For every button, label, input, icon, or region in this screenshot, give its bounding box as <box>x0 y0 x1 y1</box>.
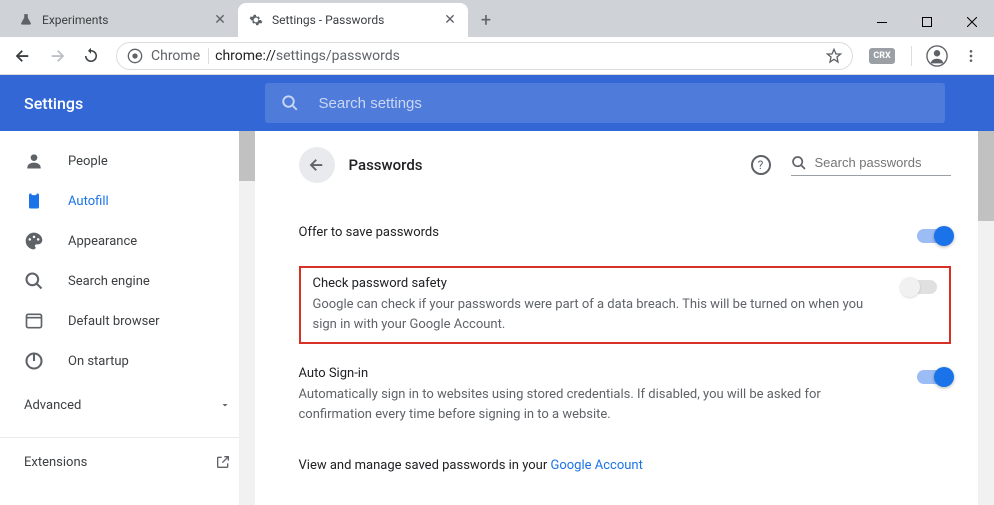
flask-icon <box>18 12 34 28</box>
page-title: Passwords <box>349 156 751 174</box>
tab-title: Settings - Passwords <box>272 13 442 27</box>
extensions-label: Extensions <box>24 455 87 470</box>
advanced-label: Advanced <box>24 398 81 413</box>
close-icon[interactable]: ✕ <box>442 12 458 28</box>
settings-heading: Settings <box>0 94 255 113</box>
external-link-icon <box>215 454 231 470</box>
settings-search-container <box>255 83 994 123</box>
setting-title: Offer to save passwords <box>299 225 893 240</box>
sidebar-item-appearance[interactable]: Appearance <box>0 221 255 261</box>
browser-toolbar: Chrome chrome://settings/passwords CRX <box>0 37 994 75</box>
help-button[interactable]: ? <box>751 155 771 175</box>
url-origin-label: Chrome <box>151 48 209 64</box>
sidebar-extensions[interactable]: Extensions <box>0 438 255 486</box>
tab-strip: Experiments ✕ Settings - Passwords ✕ + <box>0 3 859 37</box>
manage-passwords-link-row: View and manage saved passwords in your … <box>299 438 951 493</box>
forward-button[interactable] <box>42 41 72 71</box>
setting-check-password-safety: Check password safety Google can check i… <box>313 276 937 334</box>
settings-header: Settings <box>0 75 994 131</box>
sidebar-item-label: People <box>68 154 108 169</box>
gear-icon <box>248 12 264 28</box>
setting-title: Check password safety <box>313 276 879 291</box>
url-path: settings/passwords <box>276 48 400 64</box>
close-window-button[interactable] <box>949 7 994 37</box>
new-tab-button[interactable]: + <box>472 6 500 34</box>
page-back-button[interactable] <box>299 147 335 183</box>
sidebar-item-search-engine[interactable]: Search engine <box>0 261 255 301</box>
minimize-button[interactable] <box>859 7 904 37</box>
sidebar-item-label: On startup <box>68 354 129 369</box>
back-button[interactable] <box>8 41 38 71</box>
sidebar-item-label: Autofill <box>68 194 109 209</box>
sidebar-item-people[interactable]: People <box>0 141 255 181</box>
menu-button[interactable] <box>956 41 986 71</box>
sidebar-item-on-startup[interactable]: On startup <box>0 341 255 381</box>
bookmark-star-icon[interactable] <box>826 48 842 64</box>
toolbar-divider <box>911 46 912 66</box>
browser-icon <box>24 311 44 331</box>
sidebar-nav: People Autofill Appearance Search engine… <box>0 131 255 381</box>
sidebar-advanced[interactable]: Advanced <box>0 381 255 429</box>
settings-content: People Autofill Appearance Search engine… <box>0 131 994 505</box>
search-icon <box>281 94 299 112</box>
chrome-icon <box>127 48 143 64</box>
clipboard-icon <box>24 191 44 211</box>
password-search[interactable] <box>791 155 951 176</box>
toggle-check-password-safety <box>903 280 937 294</box>
tab-title: Experiments <box>42 13 212 27</box>
tab-experiments[interactable]: Experiments ✕ <box>8 3 238 37</box>
tab-settings-passwords[interactable]: Settings - Passwords ✕ <box>238 3 468 37</box>
browser-titlebar: Experiments ✕ Settings - Passwords ✕ + <box>0 0 994 37</box>
toggle-offer-save-passwords[interactable] <box>917 229 951 243</box>
window-controls <box>859 7 994 37</box>
setting-offer-save-passwords: Offer to save passwords <box>299 211 951 258</box>
highlighted-setting-box: Check password safety Google can check i… <box>299 266 951 344</box>
sidebar-scrollbar-track <box>239 131 255 505</box>
power-icon <box>24 351 44 371</box>
sidebar-item-label: Appearance <box>68 234 137 249</box>
url-scheme: chrome:// <box>215 48 276 64</box>
maximize-button[interactable] <box>904 7 949 37</box>
page-header: Passwords ? <box>299 147 951 183</box>
crx-extension-badge[interactable]: CRX <box>869 48 895 64</box>
google-account-link[interactable]: Google Account <box>550 458 642 473</box>
setting-description: Automatically sign in to websites using … <box>299 385 893 424</box>
person-icon <box>24 151 44 171</box>
setting-auto-signin: Auto Sign-in Automatically sign in to we… <box>299 352 951 438</box>
sidebar-item-default-browser[interactable]: Default browser <box>0 301 255 341</box>
toggle-auto-signin[interactable] <box>917 370 951 384</box>
settings-search-input[interactable] <box>319 95 929 112</box>
search-icon <box>24 271 44 291</box>
address-bar[interactable]: Chrome chrome://settings/passwords <box>116 42 853 70</box>
setting-description: Google can check if your passwords were … <box>313 295 879 334</box>
sidebar-scrollbar-thumb[interactable] <box>239 131 255 181</box>
main-scrollbar-thumb[interactable] <box>978 131 994 221</box>
close-icon[interactable]: ✕ <box>212 12 228 28</box>
sidebar-item-label: Default browser <box>68 314 160 329</box>
sidebar-item-autofill[interactable]: Autofill <box>0 181 255 221</box>
profile-button[interactable] <box>922 41 952 71</box>
search-icon <box>791 155 807 171</box>
link-prefix: View and manage saved passwords in your <box>299 458 551 473</box>
settings-main: Passwords ? Offer to save passwords Chec… <box>255 131 994 505</box>
password-search-input[interactable] <box>815 155 991 170</box>
reload-button[interactable] <box>76 41 106 71</box>
chevron-down-icon <box>219 399 231 411</box>
settings-search-box[interactable] <box>265 83 945 123</box>
sidebar-item-label: Search engine <box>68 274 150 289</box>
palette-icon <box>24 231 44 251</box>
settings-sidebar: People Autofill Appearance Search engine… <box>0 131 255 505</box>
setting-title: Auto Sign-in <box>299 366 893 381</box>
